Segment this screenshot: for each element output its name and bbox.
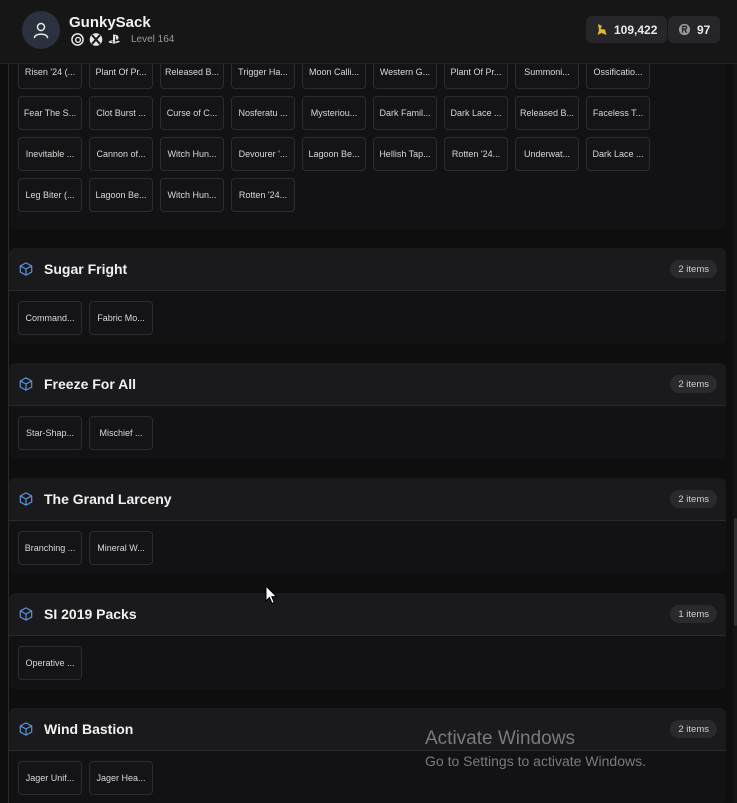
item-chip[interactable]: Jager Unif... [18,761,82,795]
item-chip[interactable]: Lagoon Be... [89,178,153,212]
user-icon [33,22,49,39]
item-chip[interactable]: Dark Lace ... [586,137,650,171]
item-grid: Command... Fabric Mo... [9,301,726,335]
item-chip[interactable]: Mysteriou... [302,96,366,130]
mouse-cursor-icon [265,585,278,605]
item-chip[interactable]: Branching ... [18,531,82,565]
pack-section: Freeze For All 2 items Star-Shap... Misc… [9,363,726,459]
item-count-badge: 2 items [670,260,717,278]
item-chip[interactable]: Fear The S... [18,96,82,130]
item-chip[interactable]: Rotten '24... [444,137,508,171]
pack-list[interactable]: Risen '24 (... Plant Of Pr... Released B… [9,0,726,803]
pack-items: Branching ... Mineral W... [9,521,726,574]
item-grid: Star-Shap... Mischief ... [9,416,726,450]
item-chip[interactable]: Inevitable ... [18,137,82,171]
item-chip[interactable]: Mischief ... [89,416,153,450]
expanded-pack-items: Risen '24 (... Plant Of Pr... Released B… [9,55,726,229]
item-chip[interactable]: Dark Famil... [373,96,437,130]
item-grid: Risen '24 (... Plant Of Pr... Released B… [9,55,726,212]
item-chip[interactable]: Nosferatu ... [231,96,295,130]
pack-items: Operative ... [9,636,726,689]
activation-watermark-title: Activate Windows [425,728,575,749]
ubisoft-icon [70,32,84,46]
player-level: Level 164 [131,33,175,45]
pack-items: Command... Fabric Mo... [9,291,726,344]
package-icon [19,377,33,391]
package-icon [19,492,33,506]
item-chip[interactable]: Dark Lace ... [444,96,508,130]
item-chip[interactable]: Clot Burst ... [89,96,153,130]
pack-title: Freeze For All [44,376,137,392]
item-chip[interactable]: Devourer '... [231,137,295,171]
pack-header[interactable]: Sugar Fright 2 items [9,248,726,291]
item-chip[interactable]: Hellish Tap... [373,137,437,171]
item-count-badge: 2 items [670,375,717,393]
item-chip[interactable]: Lagoon Be... [302,137,366,171]
item-chip[interactable]: Witch Hun... [160,137,224,171]
platform-list: Level 164 [70,32,174,46]
renown-balance[interactable]: 109,422 [586,16,668,43]
item-chip[interactable]: Witch Hun... [160,178,224,212]
item-chip[interactable]: Curse of C... [160,96,224,130]
item-chip[interactable]: Jager Hea... [89,761,153,795]
username: GunkySack [69,14,151,31]
xbox-icon [89,32,103,46]
pack-header[interactable]: The Grand Larceny 2 items [9,478,726,521]
package-icon [19,607,33,621]
pack-section: SI 2019 Packs 1 items Operative ... [9,593,726,689]
activation-watermark-subtitle: Go to Settings to activate Windows. [425,753,646,769]
profile-header: GunkySack Level 164 109,422 97 [0,0,737,64]
renown-icon [597,24,607,35]
pack-title: The Grand Larceny [44,491,172,507]
item-count-badge: 2 items [670,490,717,508]
scrollbar-track[interactable] [733,0,737,803]
item-grid: Branching ... Mineral W... [9,531,726,565]
item-chip[interactable]: Mineral W... [89,531,153,565]
pack-section: Sugar Fright 2 items Command... Fabric M… [9,248,726,344]
item-count-badge: 1 items [670,605,717,623]
item-chip[interactable]: Star-Shap... [18,416,82,450]
package-icon [19,262,33,276]
credits-amount: 97 [697,22,711,37]
item-grid: Operative ... [9,646,726,680]
item-chip[interactable]: Faceless T... [586,96,650,130]
pack-title: Sugar Fright [44,261,128,277]
item-chip[interactable]: Underwat... [515,137,579,171]
pack-title: SI 2019 Packs [44,606,137,622]
pack-header[interactable]: Freeze For All 2 items [9,363,726,406]
pack-title: Wind Bastion [44,721,134,737]
package-icon [19,722,33,736]
renown-amount: 109,422 [614,22,658,37]
pack-header[interactable]: SI 2019 Packs 1 items [9,593,726,636]
item-count-badge: 2 items [670,720,717,738]
item-chip[interactable]: Operative ... [18,646,82,680]
item-chip[interactable]: Fabric Mo... [89,301,153,335]
credits-balance[interactable]: 97 [668,16,721,43]
item-chip[interactable]: Command... [18,301,82,335]
playstation-icon [108,32,122,46]
item-chip[interactable]: Leg Biter (... [18,178,82,212]
r6-credits-icon [678,23,691,36]
avatar[interactable] [22,11,60,49]
item-chip[interactable]: Cannon of... [89,137,153,171]
pack-section: The Grand Larceny 2 items Branching ... … [9,478,726,574]
pack-items: Star-Shap... Mischief ... [9,406,726,459]
item-chip[interactable]: Released B... [515,96,579,130]
pack-header[interactable]: Wind Bastion 2 items [9,708,726,751]
item-chip[interactable]: Rotten '24... [231,178,295,212]
